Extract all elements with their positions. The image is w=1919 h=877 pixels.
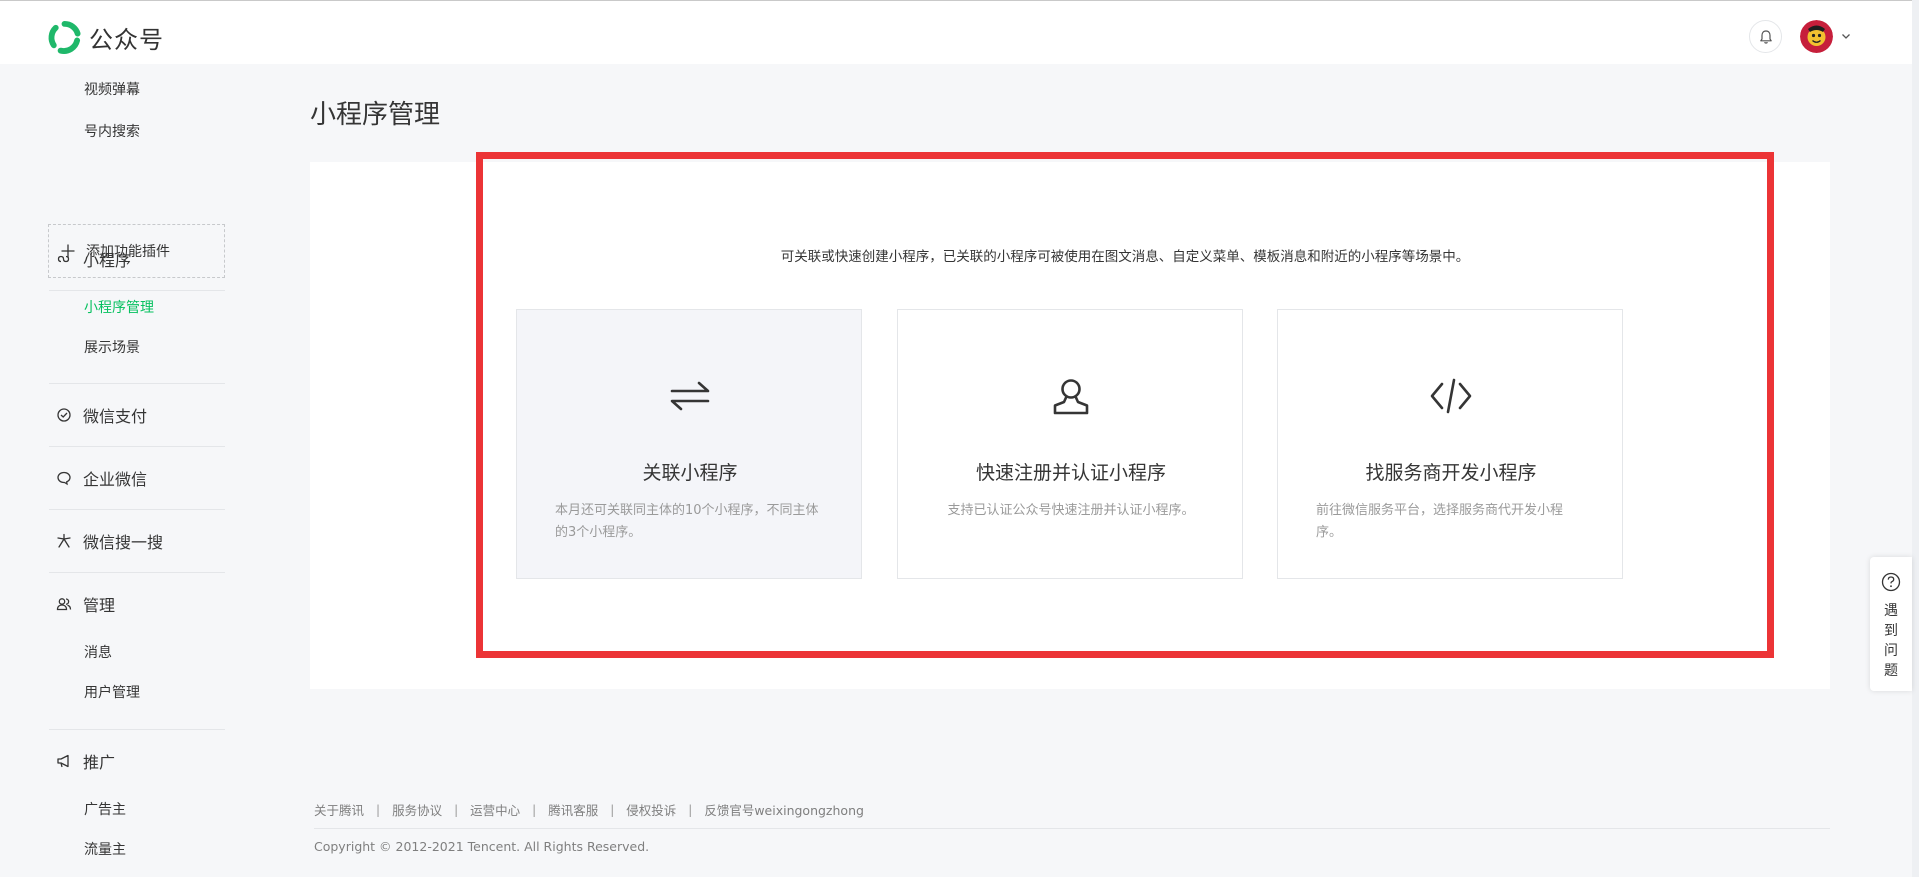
- sidebar-group-label: 微信支付: [83, 407, 148, 426]
- footer-link-service-agreement[interactable]: 服务协议: [392, 800, 442, 819]
- chevron-down-icon[interactable]: [1840, 30, 1852, 42]
- sidebar-group-wechat-search[interactable]: 微信搜一搜: [56, 529, 163, 553]
- help-float-button[interactable]: 遇到问题: [1870, 557, 1912, 691]
- sidebar-divider: [49, 729, 225, 730]
- sidebar-item-user-manage[interactable]: 用户管理: [84, 682, 140, 704]
- sidebar-group-label: 管理: [83, 596, 116, 615]
- sidebar-group-label: 微信搜一搜: [83, 533, 164, 552]
- wechat-pay-icon: [57, 408, 71, 422]
- users-icon: [56, 598, 72, 611]
- footer-separator: |: [610, 802, 615, 817]
- footer-link-feedback-account[interactable]: 反馈官号weixingongzhong: [704, 800, 864, 819]
- sidebar-item-mini-program-manage[interactable]: 小程序管理: [84, 297, 154, 319]
- avatar-image: [1800, 20, 1833, 53]
- footer-separator: |: [376, 802, 381, 817]
- mini-program-icon: [57, 255, 70, 263]
- user-avatar[interactable]: [1800, 20, 1833, 53]
- sparkle-search-icon: [57, 533, 71, 548]
- sidebar-group-mini-program[interactable]: 小程序: [56, 247, 131, 271]
- help-label: 遇到问题: [1884, 603, 1898, 679]
- sidebar-item-messages[interactable]: 消息: [84, 642, 112, 664]
- footer-link-operation-center[interactable]: 运营中心: [470, 800, 520, 819]
- footer-link-infringement-complaint[interactable]: 侵权投诉: [626, 800, 676, 819]
- sidebar-group-label: 企业微信: [83, 470, 148, 489]
- sidebar-group-manage[interactable]: 管理: [56, 592, 115, 616]
- sidebar-divider: [49, 383, 225, 384]
- sidebar: 视频弹幕 号内搜索 添加功能插件 小程序 小程序管理 展示场景 微信支付 企业微…: [0, 64, 240, 877]
- sidebar-divider: [49, 572, 225, 573]
- notification-button[interactable]: [1749, 20, 1782, 53]
- highlight-annotation-box: [476, 152, 1774, 658]
- top-header: 公众号: [0, 0, 1919, 64]
- sidebar-group-label: 小程序: [83, 251, 132, 270]
- logo[interactable]: 公众号: [47, 20, 164, 55]
- logo-text: 公众号: [89, 26, 164, 54]
- sidebar-group-promote[interactable]: 推广: [56, 749, 115, 773]
- bell-icon: [1759, 29, 1772, 44]
- sidebar-item-publisher[interactable]: 流量主: [84, 839, 126, 861]
- sidebar-item-display-scene[interactable]: 展示场景: [84, 337, 140, 359]
- sidebar-divider: [49, 509, 225, 510]
- sidebar-item-in-account-search[interactable]: 号内搜索: [84, 121, 140, 143]
- sidebar-divider: [49, 290, 225, 291]
- footer-link-about-tencent[interactable]: 关于腾讯: [314, 800, 364, 819]
- work-wechat-icon: [57, 471, 71, 486]
- footer-separator: |: [532, 802, 537, 817]
- page-scrollbar[interactable]: [1912, 0, 1919, 877]
- sidebar-item-video-danmaku[interactable]: 视频弹幕: [84, 79, 140, 101]
- question-circle-icon: [1881, 572, 1901, 592]
- page-title: 小程序管理: [310, 100, 441, 130]
- wechat-official-logo-icon: [48, 20, 81, 54]
- copyright-text: Copyright © 2012-2021 Tencent. All Right…: [314, 839, 650, 854]
- sidebar-group-work-wechat[interactable]: 企业微信: [56, 466, 147, 490]
- sidebar-group-wechat-pay[interactable]: 微信支付: [56, 403, 147, 427]
- sidebar-item-advertiser[interactable]: 广告主: [84, 799, 126, 821]
- footer-link-customer-service[interactable]: 腾讯客服: [548, 800, 598, 819]
- footer-divider: [314, 828, 1830, 829]
- sidebar-group-label: 推广: [83, 753, 116, 772]
- footer-separator: |: [688, 802, 693, 817]
- megaphone-icon: [57, 754, 69, 768]
- footer-links: 关于腾讯 | 服务协议 | 运营中心 | 腾讯客服 | 侵权投诉 | 反馈官号w…: [314, 800, 864, 819]
- footer-separator: |: [454, 802, 459, 817]
- sidebar-divider: [49, 446, 225, 447]
